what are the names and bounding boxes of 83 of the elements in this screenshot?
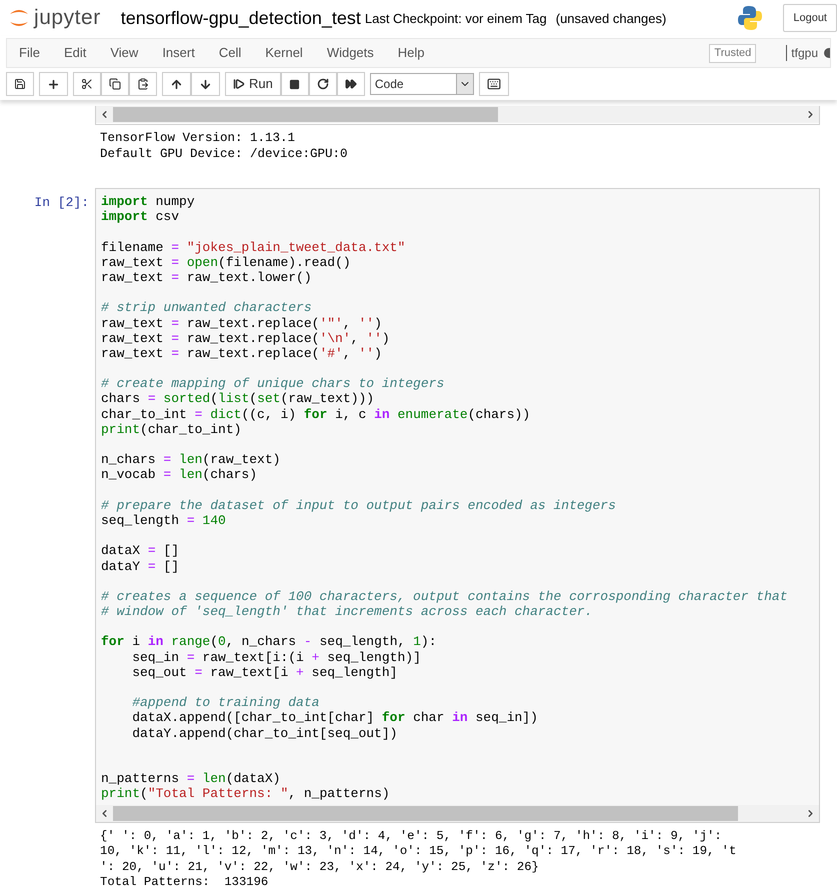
scissors-icon bbox=[81, 78, 93, 90]
menu-item[interactable]: Widgets bbox=[314, 43, 386, 63]
kernel-name: tfgpu bbox=[791, 45, 818, 62]
code-line: import numpy bbox=[101, 194, 195, 210]
cut-button[interactable] bbox=[73, 72, 101, 96]
restart-run-all-button[interactable] bbox=[336, 72, 365, 96]
menu-item[interactable]: View bbox=[98, 43, 150, 63]
save-button[interactable] bbox=[6, 72, 34, 96]
checkpoint-text: Last Checkpoint: vor einem Tag bbox=[364, 10, 547, 28]
unsaved-changes-text: (unsaved changes) bbox=[556, 10, 666, 28]
menu-item[interactable]: File bbox=[7, 43, 52, 63]
code-line: dataY = [] bbox=[101, 558, 180, 574]
output-text: ': 20, 'u': 21, 'v': 22, 'w': 23, 'x': 24, 'y': 25, 'z': 26} bbox=[100, 860, 539, 876]
menu-item[interactable]: Kernel bbox=[253, 43, 315, 63]
arrow-up-icon bbox=[170, 78, 183, 90]
restart-button[interactable] bbox=[308, 72, 337, 96]
step-forward-icon bbox=[233, 78, 245, 90]
code-line: # window of 'seq_length' that increments across each character. bbox=[101, 604, 592, 620]
trusted-indicator[interactable]: Trusted bbox=[709, 44, 756, 62]
code-line: filename = "jokes_plain_tweet_data.txt" bbox=[101, 240, 406, 255]
code-line: print("Total Patterns: ", n_patterns) bbox=[101, 786, 390, 802]
code-line: dataY.append(char_to_int[seq_out]) bbox=[131, 726, 398, 741]
fast-forward-icon bbox=[344, 78, 357, 90]
output-text: Default GPU Device: /device:GPU:0 bbox=[100, 146, 348, 162]
cell-type-select[interactable]: Code bbox=[370, 73, 474, 95]
code-line: raw_text = open(filename).read() bbox=[101, 254, 351, 270]
cell-prompt: In [2]: bbox=[33, 194, 90, 212]
python-logo-icon bbox=[737, 5, 764, 31]
code-line: # create mapping of unique chars to integers bbox=[101, 376, 444, 392]
code-line: seq_length = 140 bbox=[101, 512, 226, 528]
save-icon bbox=[14, 78, 26, 90]
menu-item[interactable]: Cell bbox=[206, 43, 254, 63]
menu-item[interactable]: Edit bbox=[52, 43, 98, 63]
keyboard-icon bbox=[486, 77, 501, 91]
output-text: Total Patterns: 133196 bbox=[100, 875, 268, 887]
insert-cell-button[interactable] bbox=[39, 72, 68, 96]
code-line: seq_in = raw_text[i:(i + seq_length)] bbox=[131, 650, 421, 665]
move-down-button[interactable] bbox=[191, 72, 220, 96]
code-line: raw_text = raw_text.replace('"', '') bbox=[101, 316, 382, 331]
horizontal-scrollbar[interactable] bbox=[96, 804, 819, 822]
jupyter-logo-text: jupyter bbox=[34, 5, 101, 32]
code-cell[interactable] bbox=[95, 188, 820, 823]
scrollbar-thumb[interactable] bbox=[113, 107, 498, 122]
code-line: raw_text = raw_text.replace('\n', '') bbox=[101, 330, 390, 346]
plus-icon bbox=[47, 78, 60, 90]
code-line: chars = sorted(list(set(raw_text))) bbox=[101, 391, 374, 407]
scrollbar-thumb[interactable] bbox=[113, 806, 738, 821]
move-up-button[interactable] bbox=[162, 72, 191, 96]
arrow-down-icon bbox=[199, 78, 212, 90]
paste-button[interactable] bbox=[129, 72, 157, 96]
menu-item[interactable]: Help bbox=[386, 43, 437, 63]
logout-button[interactable]: Logout bbox=[783, 4, 837, 32]
copy-icon bbox=[109, 78, 121, 90]
code-line: # creates a sequence of 100 characters, output contains the corrosponding character that bbox=[101, 588, 788, 604]
code-line: char_to_int = dict((c, i) for i, c in enumerate(chars)) bbox=[101, 406, 530, 422]
code-line: raw_text = raw_text.replace('#', '') bbox=[101, 346, 382, 362]
code-line: n_chars = len(raw_text) bbox=[101, 452, 280, 468]
run-button[interactable]: Run bbox=[225, 72, 281, 96]
kernel-status-icon bbox=[824, 48, 830, 58]
copy-button[interactable] bbox=[101, 72, 129, 96]
horizontal-scrollbar[interactable] bbox=[96, 106, 819, 123]
code-line: raw_text = raw_text.lower() bbox=[101, 270, 312, 286]
code-line: # prepare the dataset of input to output pairs encoded as integers bbox=[101, 498, 616, 513]
code-line: print(char_to_int) bbox=[101, 422, 242, 437]
stop-icon bbox=[289, 78, 300, 90]
output-text: TensorFlow Version: 1.13.1 bbox=[100, 130, 296, 146]
menu-item[interactable]: Insert bbox=[150, 43, 207, 63]
code-line: dataX = [] bbox=[101, 543, 180, 558]
code-line: # strip unwanted characters bbox=[101, 300, 312, 316]
code-line: dataX.append([char_to_int[char] for char in seq_in]) bbox=[131, 710, 538, 726]
code-line: n_vocab = len(chars) bbox=[101, 467, 258, 483]
output-text: 10, 'k': 11, 'l': 12, 'm': 13, 'n': 14, 'o': 15, 'p': 16, 'q': 17, 'r': 18, 's': 19, 't bbox=[100, 844, 736, 860]
command-palette-button[interactable] bbox=[478, 72, 509, 96]
code-line: #append to training data bbox=[131, 695, 320, 710]
paste-icon bbox=[137, 78, 149, 90]
notebook-title[interactable]: tensorflow-gpu_detection_test bbox=[120, 4, 361, 32]
code-line: import csv bbox=[101, 209, 180, 224]
restart-icon bbox=[316, 78, 329, 90]
code-line: for i in range(0, n_chars - seq_length, 1): bbox=[101, 634, 437, 650]
output-text: {' ': 0, 'a': 1, 'b': 2, 'c': 3, 'd': 4, 'e': 5, 'f': 6, 'g': 7, 'h': 8, 'i': 9, 'j': bbox=[100, 828, 722, 844]
code-line: n_patterns = len(dataX) bbox=[101, 771, 280, 786]
interrupt-button[interactable] bbox=[280, 72, 309, 96]
code-line: seq_out = raw_text[i + seq_length] bbox=[131, 664, 398, 680]
